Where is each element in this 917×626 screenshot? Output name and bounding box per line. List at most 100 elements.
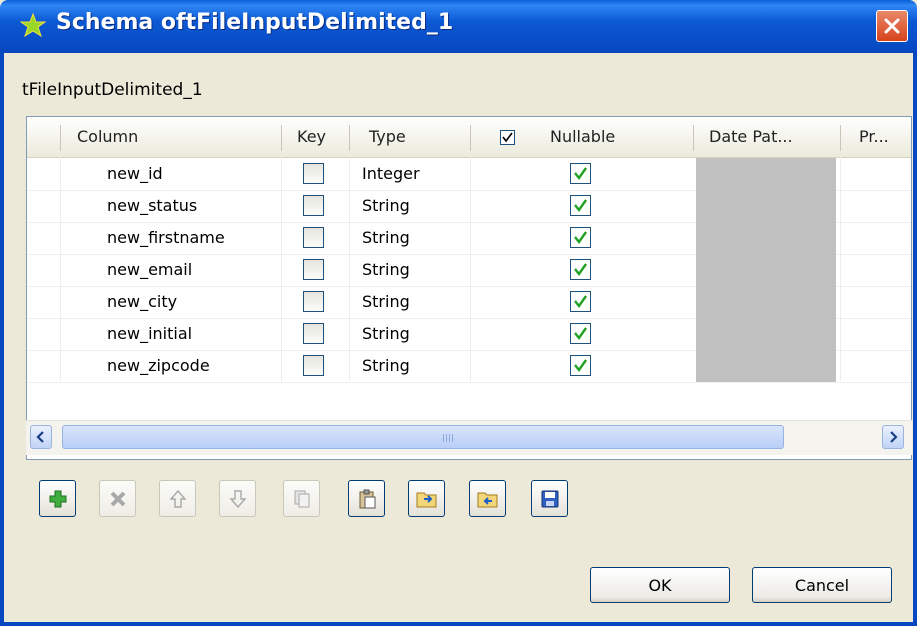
date-pattern-cell	[696, 158, 836, 190]
nullable-checkbox[interactable]	[570, 323, 591, 344]
horizontal-scrollbar[interactable]	[26, 420, 912, 455]
date-pattern-cell	[696, 190, 836, 222]
nullable-checkbox[interactable]	[570, 195, 591, 216]
import-button[interactable]	[408, 480, 445, 517]
window-frame-left	[0, 53, 4, 626]
table-row[interactable]: new_zipcode String	[27, 350, 911, 383]
arrow-down-icon	[228, 489, 247, 508]
title-bar[interactable]: Schema oftFileInputDelimited_1	[0, 0, 917, 53]
type-cell[interactable]: String	[362, 350, 410, 382]
table-row[interactable]: new_id Integer	[27, 158, 911, 191]
column-name-cell[interactable]: new_zipcode	[107, 350, 210, 382]
window-frame-right	[913, 53, 917, 626]
column-header-column[interactable]: Column	[77, 117, 138, 157]
talend-star-icon	[20, 13, 46, 38]
key-checkbox[interactable]	[303, 227, 324, 248]
save-button[interactable]	[531, 480, 568, 517]
move-down-button[interactable]	[219, 480, 256, 517]
type-cell[interactable]: String	[362, 254, 410, 286]
column-header-type[interactable]: Type	[369, 117, 406, 157]
check-icon	[574, 199, 587, 213]
check-icon	[502, 132, 513, 143]
export-folder-icon	[477, 492, 497, 507]
header-separator	[60, 125, 61, 151]
arrow-up-icon	[168, 489, 187, 508]
key-checkbox[interactable]	[303, 195, 324, 216]
x-icon	[110, 491, 125, 506]
window-title: Schema oftFileInputDelimited_1	[56, 10, 454, 35]
type-cell[interactable]: String	[362, 318, 410, 350]
column-name-cell[interactable]: new_firstname	[107, 222, 225, 254]
chevron-right-icon	[890, 431, 898, 443]
date-pattern-cell	[696, 350, 836, 382]
copy-button[interactable]	[283, 480, 320, 517]
export-button[interactable]	[469, 480, 506, 517]
component-label: tFileInputDelimited_1	[22, 80, 203, 100]
header-separator	[693, 125, 694, 151]
key-checkbox[interactable]	[303, 323, 324, 344]
cancel-button[interactable]: Cancel	[752, 567, 892, 603]
nullable-checkbox[interactable]	[570, 355, 591, 376]
add-button[interactable]	[39, 480, 76, 517]
column-header-key[interactable]: Key	[297, 117, 326, 157]
move-up-button[interactable]	[159, 480, 196, 517]
nullable-header-checkbox[interactable]	[500, 130, 515, 145]
header-separator	[281, 125, 282, 151]
check-icon	[574, 263, 587, 277]
column-name-cell[interactable]: new_city	[107, 286, 177, 318]
table-row[interactable]: new_firstname String	[27, 222, 911, 255]
column-header-date-pattern[interactable]: Date Pat...	[709, 117, 793, 157]
date-pattern-cell	[696, 286, 836, 318]
check-icon	[574, 231, 587, 245]
scroll-grip-icon	[443, 434, 455, 442]
import-folder-icon	[416, 492, 436, 507]
ok-button[interactable]: OK	[590, 567, 730, 603]
type-cell[interactable]: Integer	[362, 158, 420, 190]
check-icon	[574, 359, 587, 373]
floppy-disk-icon	[541, 490, 558, 507]
date-pattern-cell	[696, 222, 836, 254]
key-checkbox[interactable]	[303, 355, 324, 376]
type-cell[interactable]: String	[362, 190, 410, 222]
check-icon	[574, 167, 587, 181]
schema-table[interactable]: Column Key Type Nullable Date Pat... Pr.…	[26, 116, 912, 460]
check-icon	[574, 327, 587, 341]
date-pattern-cell	[696, 318, 836, 350]
column-header-precision[interactable]: Pr...	[859, 117, 889, 157]
copy-icon	[294, 490, 309, 507]
nullable-checkbox[interactable]	[570, 259, 591, 280]
table-row[interactable]: new_email String	[27, 254, 911, 287]
type-cell[interactable]: String	[362, 222, 410, 254]
header-separator	[840, 125, 841, 151]
header-separator	[349, 125, 350, 151]
scroll-left-button[interactable]	[30, 425, 52, 449]
column-name-cell[interactable]: new_id	[107, 158, 163, 190]
table-row[interactable]: new_status String	[27, 190, 911, 223]
remove-button[interactable]	[99, 480, 136, 517]
close-icon	[884, 18, 900, 34]
key-checkbox[interactable]	[303, 291, 324, 312]
scroll-thumb[interactable]	[62, 425, 784, 449]
type-cell[interactable]: String	[362, 286, 410, 318]
column-header-nullable[interactable]: Nullable	[550, 117, 615, 157]
paste-icon	[359, 489, 375, 508]
nullable-checkbox[interactable]	[570, 291, 591, 312]
table-row[interactable]: new_initial String	[27, 318, 911, 351]
header-separator	[470, 125, 471, 151]
column-name-cell[interactable]: new_status	[107, 190, 197, 222]
plus-icon	[49, 490, 66, 507]
column-name-cell[interactable]: new_initial	[107, 318, 192, 350]
nullable-checkbox[interactable]	[570, 163, 591, 184]
check-icon	[574, 295, 587, 309]
date-pattern-cell	[696, 254, 836, 286]
close-button[interactable]	[876, 10, 908, 42]
scroll-right-button[interactable]	[882, 425, 904, 449]
window-frame-bottom	[0, 622, 917, 626]
key-checkbox[interactable]	[303, 259, 324, 280]
table-row[interactable]: new_city String	[27, 286, 911, 319]
key-checkbox[interactable]	[303, 163, 324, 184]
column-name-cell[interactable]: new_email	[107, 254, 192, 286]
paste-button[interactable]	[348, 480, 385, 517]
table-header: Column Key Type Nullable Date Pat... Pr.…	[27, 117, 911, 158]
nullable-checkbox[interactable]	[570, 227, 591, 248]
